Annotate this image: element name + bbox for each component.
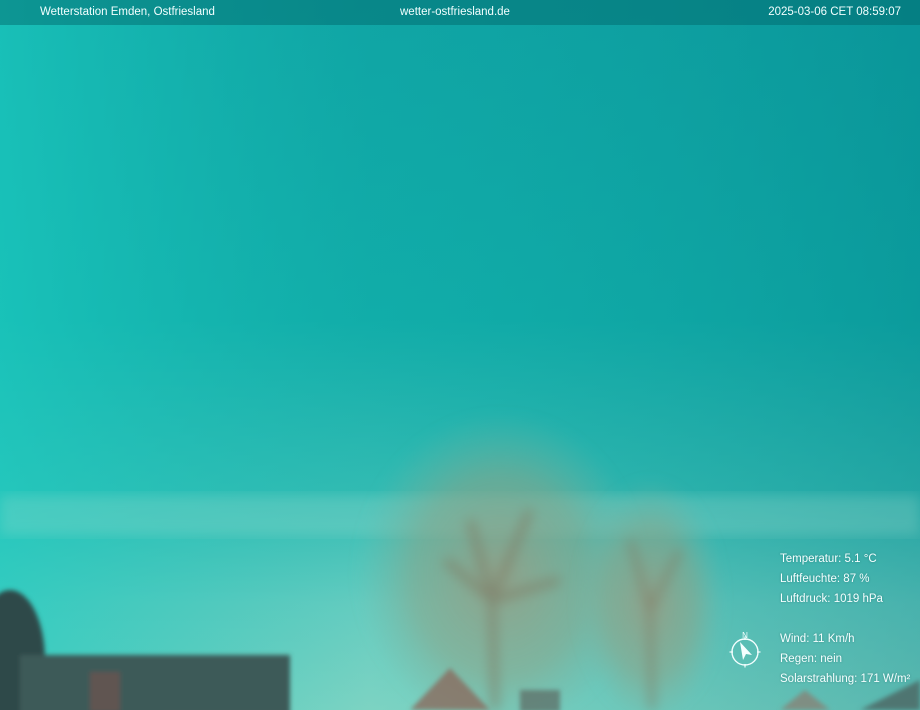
tree-small (575, 465, 725, 710)
weather-readings: Temperatur: 5.1 °C Luftfeuchte: 87 % Luf… (780, 549, 910, 689)
website-link[interactable]: wetter-ostfriesland.de (400, 6, 510, 18)
rain-reading: Regen: nein (780, 653, 843, 665)
wind-arrow-icon (740, 642, 752, 660)
readings-spacer (780, 609, 910, 629)
pressure-reading: Luftdruck: 1019 hPa (780, 593, 883, 605)
camera-info-bar: Wetterstation Emden, Ostfriesland wetter… (0, 0, 920, 25)
capture-timestamp: 2025-03-06 CET 08:59:07 (768, 6, 901, 18)
solar-radiation-reading: Solarstrahlung: 171 W/m² (780, 673, 911, 685)
temperature-reading: Temperatur: 5.1 °C (780, 553, 877, 565)
station-name: Wetterstation Emden, Ostfriesland (40, 6, 215, 18)
wind-reading: Wind: 11 Km/h (780, 633, 855, 645)
wind-direction-compass-icon: N (729, 631, 761, 668)
humidity-reading: Luftfeuchte: 87 % (780, 573, 870, 585)
